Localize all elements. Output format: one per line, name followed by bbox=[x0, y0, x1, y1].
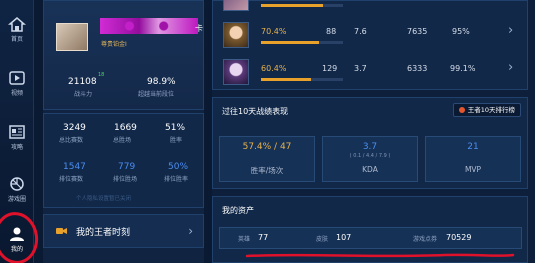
stat-value: 3249 bbox=[63, 123, 86, 133]
kda-card: 3.7 ( 0.1 / 4.4 / 7.9 ) KDA bbox=[322, 136, 418, 182]
nav-label: 攻略 bbox=[10, 144, 23, 151]
winrate-bar-fill bbox=[261, 41, 319, 44]
winrate-value: 98.9% bbox=[147, 77, 176, 87]
nav-label: 首页 bbox=[10, 36, 23, 43]
stat-label: 排位胜率 bbox=[164, 176, 189, 183]
hero-row[interactable]: 70.4% 88 7.6 7635 95% › bbox=[213, 22, 529, 52]
asset-value: 70529 bbox=[446, 233, 472, 242]
hero-kda: 3.7 bbox=[354, 64, 367, 73]
hero-kda: 7.6 bbox=[354, 27, 367, 36]
nav-label: 游戏圈 bbox=[7, 196, 26, 203]
nav-label: 视频 bbox=[10, 90, 23, 97]
stat-label: 排位胜场 bbox=[113, 176, 138, 183]
redacted-name-scribble bbox=[100, 18, 198, 34]
winrate-card: 57.4% / 47 胜率/场次 bbox=[219, 136, 315, 182]
card-sub: ( 0.1 / 4.4 / 7.9 ) bbox=[349, 153, 391, 159]
ranking-button[interactable]: 王者10天排行榜 bbox=[452, 103, 521, 117]
card-value: 21 bbox=[467, 142, 479, 152]
hero-games: 129 bbox=[322, 64, 338, 73]
winrate-bar-fill bbox=[261, 4, 323, 7]
stat-label: 总胜场 bbox=[113, 137, 132, 144]
hero-power: 6333 bbox=[407, 64, 428, 73]
power-label: 战斗力 bbox=[74, 91, 93, 98]
video-camera-icon bbox=[56, 228, 67, 234]
power-value: 21108 bbox=[68, 77, 97, 87]
hero-games: 88 bbox=[326, 27, 337, 36]
hero-portrait bbox=[223, 59, 249, 85]
my-moments-row[interactable]: 我的王者时刻 › bbox=[43, 214, 204, 248]
stat-label: 胜率 bbox=[170, 137, 183, 144]
side-nav: 首页 视频 攻略 游戏圈 我的 bbox=[0, 0, 42, 263]
mvp-card: 21 MVP bbox=[425, 136, 521, 182]
avatar[interactable] bbox=[56, 23, 88, 51]
asset-label: 英雄 bbox=[238, 236, 251, 243]
crown-icon bbox=[458, 107, 465, 113]
nav-item-video[interactable]: 视频 bbox=[0, 70, 34, 97]
hero-beat: 95% bbox=[452, 27, 470, 36]
news-icon bbox=[9, 125, 25, 139]
privacy-note: 个人隐私设置暂已关闭 bbox=[76, 196, 132, 202]
nav-item-home[interactable]: 首页 bbox=[0, 16, 34, 43]
aperture-icon bbox=[10, 177, 24, 191]
hero-row[interactable]: 60.4% 129 3.7 6333 99.1% › bbox=[213, 59, 529, 89]
play-icon bbox=[9, 71, 25, 85]
card-value: 3.7 bbox=[362, 142, 378, 152]
nav-item-guides[interactable]: 攻略 bbox=[0, 124, 34, 151]
annotation-circle bbox=[0, 209, 42, 263]
asset-label: 皮肤 bbox=[316, 236, 329, 243]
stats-column: › 70.4% 88 7.6 7635 95% › 60.4% 129 3.7 … bbox=[212, 0, 535, 263]
card-value: 57.4% / 47 bbox=[242, 142, 292, 152]
stat-value: 779 bbox=[118, 162, 136, 172]
winrate-bar bbox=[261, 78, 343, 81]
section-title: 我的资产 bbox=[222, 206, 254, 215]
chevron-right-icon: › bbox=[508, 23, 514, 38]
stat-label: 排位赛数 bbox=[59, 176, 84, 183]
stat-value: 50% bbox=[168, 162, 189, 172]
hero-portrait bbox=[223, 0, 249, 11]
winrate-label: 超越当前段位 bbox=[138, 91, 175, 98]
winrate-bar bbox=[261, 4, 343, 7]
my-moments-label: 我的王者时刻 bbox=[76, 228, 131, 238]
hero-portrait bbox=[223, 22, 249, 48]
asset-row[interactable]: 英雄 77 皮肤 107 游戏点券 70529 bbox=[219, 227, 522, 249]
stat-label: 总比赛数 bbox=[59, 137, 84, 144]
ten-day-performance: 过往10天战绩表现 王者10天排行榜 57.4% / 47 胜率/场次 3.7 … bbox=[212, 97, 528, 189]
winrate-bar-fill bbox=[261, 78, 311, 81]
player-name-suffix: 卡 bbox=[195, 24, 203, 33]
nav-item-circle[interactable]: 游戏圈 bbox=[0, 176, 34, 203]
asset-value: 107 bbox=[336, 233, 352, 242]
card-label: MVP bbox=[464, 165, 482, 174]
rank-badge: 尊贵铂金I bbox=[101, 41, 127, 48]
chevron-right-icon: › bbox=[508, 60, 514, 75]
hero-winrate: 70.4% bbox=[261, 27, 287, 36]
power-delta: 18 bbox=[98, 72, 105, 78]
profile-summary: 卡 尊贵铂金I 18 21108 战斗力 98.9% 超越当前段位 bbox=[43, 0, 204, 110]
hero-power: 7635 bbox=[407, 27, 428, 36]
winrate-bar bbox=[261, 41, 343, 44]
card-label: 胜率/场次 bbox=[250, 166, 284, 175]
chevron-right-icon: › bbox=[188, 224, 193, 238]
stat-value: 1547 bbox=[63, 162, 86, 172]
stats-grid: 3249 总比赛数 1669 总胜场 51% 胜率 1547 排位赛数 779 … bbox=[43, 113, 204, 208]
stat-value: 51% bbox=[165, 123, 186, 133]
section-title: 过往10天战绩表现 bbox=[222, 107, 289, 116]
stat-value: 1669 bbox=[114, 123, 137, 133]
chevron-right-icon: › bbox=[508, 0, 513, 1]
asset-label: 游戏点券 bbox=[413, 236, 438, 243]
hero-winrate: 60.4% bbox=[261, 64, 287, 73]
ranking-button-label: 王者10天排行榜 bbox=[467, 106, 515, 114]
profile-panel: 卡 尊贵铂金I 18 21108 战斗力 98.9% 超越当前段位 3249 总… bbox=[43, 0, 204, 263]
card-label: KDA bbox=[362, 165, 378, 174]
annotation-underline bbox=[245, 253, 515, 258]
hero-list: › 70.4% 88 7.6 7635 95% › 60.4% 129 3.7 … bbox=[212, 0, 528, 90]
asset-value: 77 bbox=[258, 233, 269, 242]
hero-row[interactable]: › bbox=[213, 0, 529, 15]
home-icon bbox=[8, 17, 26, 32]
hero-beat: 99.1% bbox=[450, 64, 476, 73]
